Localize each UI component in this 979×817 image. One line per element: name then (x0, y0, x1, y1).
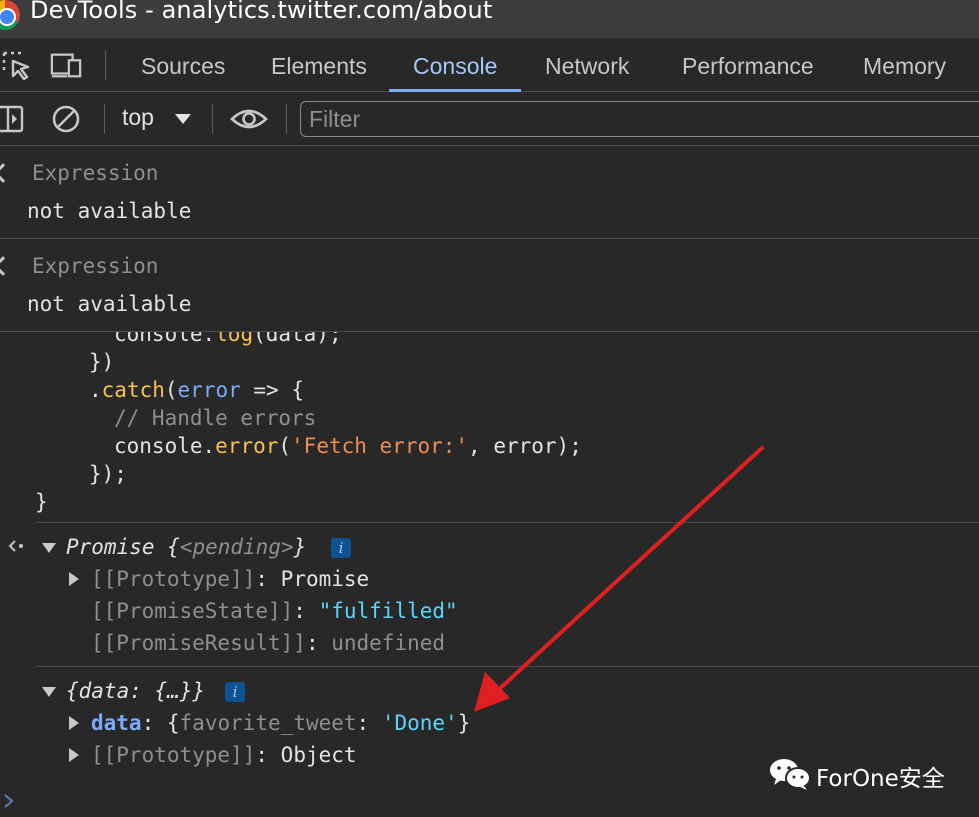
tab-elements[interactable]: Elements (271, 38, 367, 92)
expand-toggle-icon[interactable] (42, 687, 56, 697)
expression-value: not available (27, 199, 192, 223)
window-titlebar: DevTools - analytics.twitter.com/about (0, 0, 979, 38)
toolbar-separator (105, 50, 106, 80)
tab-performance[interactable]: Performance (682, 38, 814, 92)
code-line: console.error('Fetch error:', error); (114, 434, 582, 458)
inspect-element-icon[interactable] (2, 50, 34, 80)
property-row[interactable]: [[Prototype]]: Promise (91, 565, 369, 593)
expand-toggle-icon[interactable] (69, 572, 79, 586)
console-prompt-icon (4, 794, 14, 808)
property-row: [[PromiseState]]: "fulfilled" (91, 599, 458, 623)
tab-console[interactable]: Console (388, 38, 522, 92)
filter-box[interactable] (300, 101, 979, 137)
chevron-down-icon[interactable] (175, 114, 191, 124)
tab-network[interactable]: Network (545, 38, 629, 92)
divider (35, 666, 979, 667)
chrome-logo-icon (0, 0, 20, 30)
clear-console-icon[interactable] (51, 104, 83, 134)
devtools-tabbar: Sources Elements Console Network Perform… (0, 38, 979, 92)
expand-toggle-icon[interactable] (69, 748, 79, 762)
expand-toggle-icon[interactable] (42, 543, 56, 553)
promise-preview[interactable]: Promise {<pending>} (66, 533, 306, 561)
toolbar-separator (286, 104, 287, 134)
tab-memory[interactable]: Memory (863, 38, 946, 92)
code-line: } (35, 490, 48, 514)
live-expression: Expression not available (0, 146, 979, 239)
toolbar-separator (104, 104, 105, 134)
expression-label[interactable]: Expression (32, 254, 158, 278)
filter-input[interactable] (309, 104, 969, 134)
property-row[interactable]: [[Prototype]]: Object (91, 741, 357, 769)
code-line: }); (89, 462, 127, 486)
expression-label[interactable]: Expression (32, 161, 158, 185)
property-row[interactable]: data: {favorite_tweet: 'Done'} (91, 709, 470, 737)
divider (35, 522, 979, 523)
window-title: DevTools - analytics.twitter.com/about (30, 0, 493, 24)
toolbar-separator (212, 104, 213, 134)
remove-expression-icon[interactable] (0, 256, 13, 276)
return-value-icon (8, 540, 23, 552)
remove-expression-icon[interactable] (0, 163, 13, 183)
code-comment: // Handle errors (114, 406, 317, 430)
live-expression-eye-icon[interactable] (230, 104, 268, 134)
context-selector[interactable]: top (122, 104, 154, 131)
info-icon[interactable]: i (331, 538, 351, 558)
info-icon[interactable]: i (225, 682, 245, 702)
device-toolbar-icon[interactable] (50, 50, 82, 80)
wechat-icon (770, 759, 811, 790)
expression-value: not available (27, 292, 192, 316)
code-line: console.log(data); (114, 332, 342, 346)
object-preview[interactable]: {data: {…}} (66, 677, 205, 705)
property-row: [[PromiseResult]]: undefined (91, 631, 446, 655)
console-toolbar: top (0, 92, 979, 146)
code-line: .catch(error => { (89, 378, 304, 402)
expand-toggle-icon[interactable] (69, 716, 79, 730)
tab-sources[interactable]: Sources (141, 38, 225, 92)
live-expression: Expression not available (0, 239, 979, 332)
code-line: }) (89, 350, 115, 374)
console-output: console.log(data); }) .catch(error => { … (0, 332, 979, 817)
sidebar-toggle-icon[interactable] (0, 104, 26, 134)
watermark-text: ForOne安全 (816, 766, 945, 792)
